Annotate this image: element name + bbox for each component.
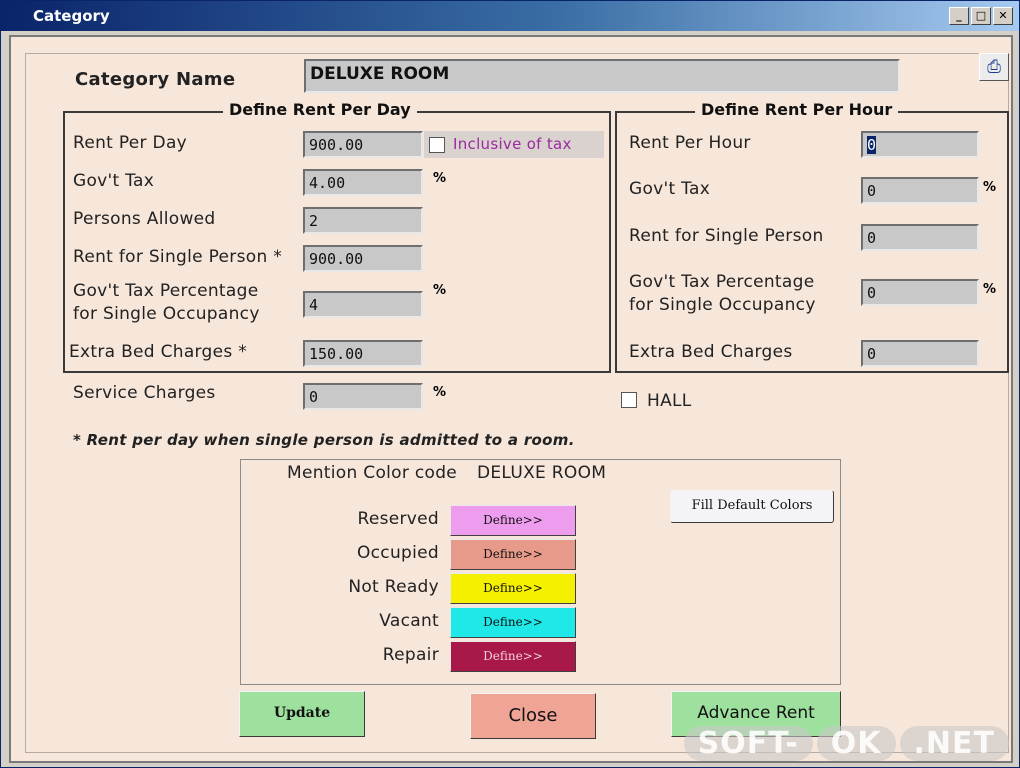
title-bar[interactable]: Category _ □ ✕ [1,1,1019,31]
rent-per-day-input[interactable]: 900.00 [303,131,423,158]
category-name-label: Category Name [75,69,236,90]
govt-tax-single-label-2: for Single Occupancy [73,304,260,324]
rent-per-hour-selected-text: 0 [867,136,877,154]
service-charges-input[interactable]: 0 [303,383,423,410]
window-title: Category [33,7,110,25]
extra-bed-input[interactable]: 150.00 [303,340,423,367]
govt-tax-single-input[interactable]: 4 [303,291,423,318]
close-button[interactable]: Close [470,693,596,739]
hour-rent-single-label: Rent for Single Person [629,226,824,246]
hour-govt-tax-single-label-2: for Single Occupancy [629,295,816,315]
watermark-left: SOFT- [683,726,813,761]
watermark-middle: OK [816,726,896,761]
client-area: Category Name DELUXE ROOM ⎙ Define Rent … [9,35,1013,763]
minimize-button[interactable]: _ [949,7,969,25]
extra-bed-label: Extra Bed Charges * [69,342,248,362]
govt-tax-single-percent: % [433,283,447,298]
hour-govt-tax-single-label-1: Gov't Tax Percentage [629,272,815,292]
define-repair-button[interactable]: Define>> [450,641,576,672]
rent-per-hour-label: Rent Per Hour [629,133,751,153]
hour-govt-tax-percent: % [983,180,997,195]
govt-tax-percent: % [433,171,447,186]
define-not-ready-button[interactable]: Define>> [450,573,576,604]
color-label-repair: Repair [382,645,439,665]
rent-per-hour-legend: Define Rent Per Hour [695,100,899,119]
rent-per-hour-input[interactable]: 0 [861,131,979,158]
service-charges-label: Service Charges [73,383,216,403]
color-code-heading: Mention Color code [287,463,458,483]
rent-per-day-legend: Define Rent Per Day [223,100,417,119]
hour-govt-tax-single-percent: % [983,282,997,297]
color-label-vacant: Vacant [379,611,439,631]
watermark: SOFT- OK .NET [682,726,1011,761]
color-code-category: DELUXE ROOM [477,463,607,483]
hour-extra-bed-label: Extra Bed Charges [629,342,793,362]
govt-tax-label: Gov't Tax [73,171,155,191]
rent-single-label: Rent for Single Person * [73,247,283,267]
printer-icon[interactable]: ⎙ [979,53,1009,81]
update-button[interactable]: Update [239,691,365,737]
hour-govt-tax-label: Gov't Tax [629,179,711,199]
color-label-not-ready: Not Ready [348,577,439,597]
hour-govt-tax-single-input[interactable]: 0 [861,279,979,306]
inclusive-tax-checkbox[interactable] [429,137,445,153]
color-label-occupied: Occupied [356,543,439,563]
maximize-button[interactable]: □ [971,7,991,25]
define-occupied-button[interactable]: Define>> [450,539,576,570]
color-label-reserved: Reserved [357,509,439,529]
hour-extra-bed-input[interactable]: 0 [861,340,979,367]
rent-single-input[interactable]: 900.00 [303,245,423,272]
rent-per-day-label: Rent Per Day [73,133,188,153]
hall-label: HALL [647,391,692,411]
watermark-right: .NET [899,726,1009,761]
inclusive-tax-label: Inclusive of tax [453,135,572,153]
category-window: Category _ □ ✕ Category Name DELUXE ROOM… [0,0,1020,768]
single-person-note: * Rent per day when single person is adm… [73,431,575,449]
hour-rent-single-input[interactable]: 0 [861,224,979,251]
service-charges-percent: % [433,385,447,400]
govt-tax-input[interactable]: 4.00 [303,169,423,196]
define-vacant-button[interactable]: Define>> [450,607,576,638]
govt-tax-single-label-1: Gov't Tax Percentage [73,281,259,301]
category-name-input[interactable]: DELUXE ROOM [304,59,900,93]
hour-govt-tax-input[interactable]: 0 [861,177,979,204]
fill-default-colors-button[interactable]: Fill Default Colors [670,490,834,523]
persons-allowed-label: Persons Allowed [73,209,216,229]
persons-allowed-input[interactable]: 2 [303,207,423,234]
define-reserved-button[interactable]: Define>> [450,505,576,536]
hall-checkbox[interactable] [621,392,637,408]
close-window-button[interactable]: ✕ [993,7,1013,25]
